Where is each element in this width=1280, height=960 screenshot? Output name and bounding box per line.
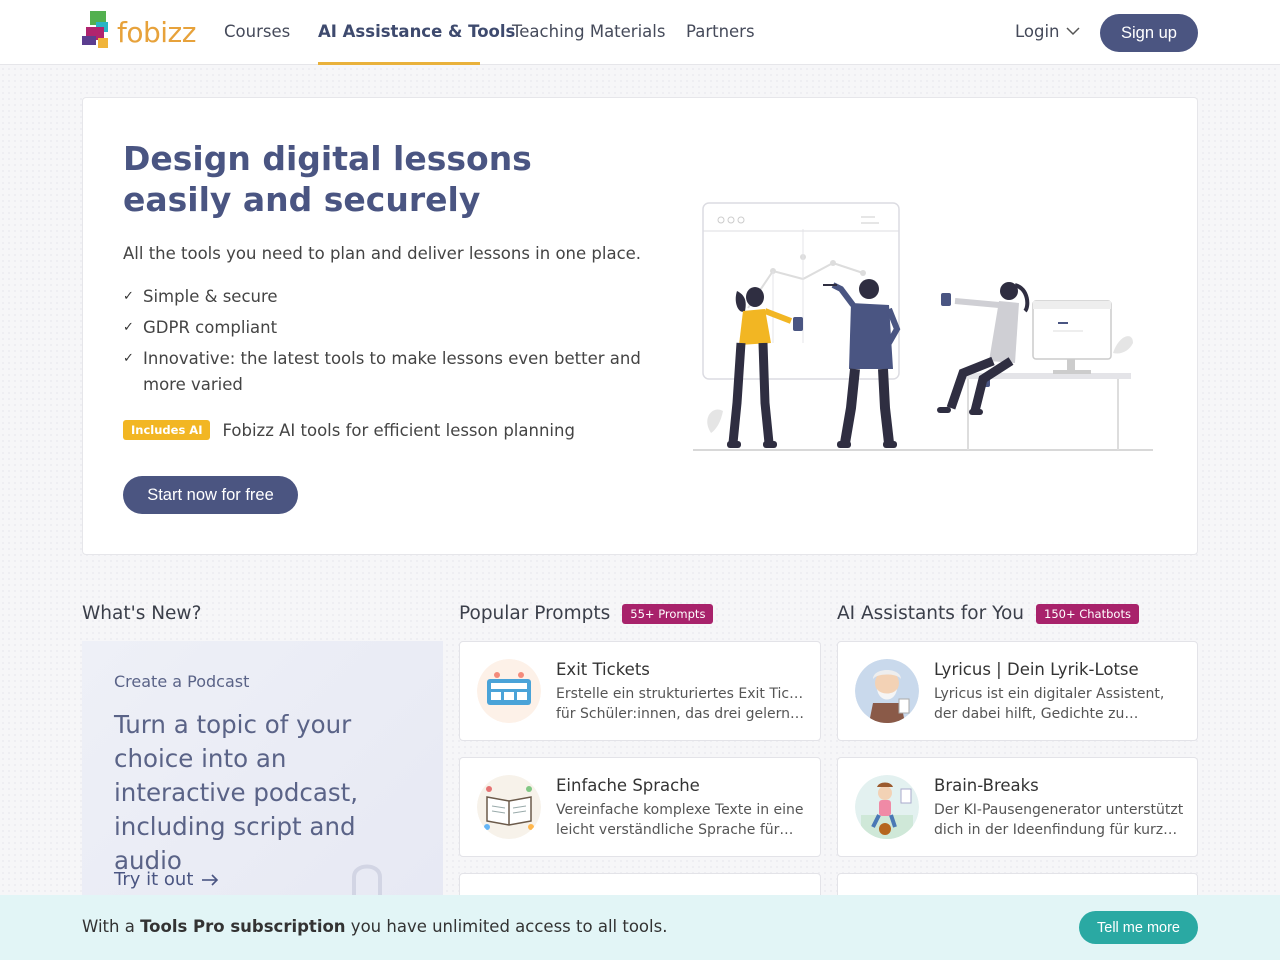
login-label: Login: [1015, 22, 1060, 41]
feature-label: GDPR compliant: [143, 318, 278, 337]
assistant-card-desc-line: Der KI-Pausengenerator unterstützt: [934, 802, 1184, 818]
prompt-card-desc-line: Vereinfache komplexe Texte in eine: [556, 802, 804, 818]
whats-new-kicker: Create a Podcast: [114, 672, 250, 691]
whats-new-heading: What's New?: [82, 603, 201, 624]
chatbots-count-badge: 150+ Chatbots: [1036, 603, 1139, 624]
assistant-card-description: Der KI-Pausengenerator unterstützt dich …: [934, 800, 1184, 840]
feature-item: ✓ Innovative: the latest tools to make le…: [123, 346, 653, 398]
prompt-card-desc-line: leicht verständliche Sprache für…: [556, 822, 794, 838]
check-icon: ✓: [123, 289, 134, 304]
ai-assistants-title: AI Assistants for You: [837, 603, 1024, 624]
subscription-suffix: you have unlimited access to all tools.: [345, 917, 668, 936]
arrow-right-icon: [202, 873, 219, 886]
prompt-card-description: Erstelle ein strukturiertes Exit Ticket …: [556, 684, 806, 724]
ai-assistants-heading: AI Assistants for You 150+ Chatbots: [837, 603, 1139, 624]
hero-title: Design digital lessons easily and secure…: [123, 139, 532, 219]
hero-card: Design digital lessons easily and secure…: [82, 97, 1198, 555]
assistant-card-desc-line: dich in der Ideenfindung für kurze…: [934, 822, 1184, 838]
subscription-message: With a Tools Pro subscription you have u…: [82, 917, 667, 936]
assistant-card-desc-line: Lyricus ist ein digitaler Assistent,: [934, 686, 1165, 702]
prompt-card-title: Exit Tickets: [556, 660, 650, 679]
lyricus-avatar: [855, 659, 919, 723]
feature-item: ✓ GDPR compliant: [123, 315, 653, 341]
top-navigation-bar: fobizz Courses AI Assistance & Tools Tea…: [0, 0, 1280, 65]
logo-square-purple: [82, 36, 96, 45]
ai-feature-text: Fobizz AI tools for efficient lesson pla…: [222, 420, 575, 440]
prompts-count-badge: 55+ Prompts: [622, 603, 714, 624]
assistant-card-title: Brain-Breaks: [934, 776, 1039, 795]
includes-ai-badge: Includes AI: [123, 420, 211, 440]
prompt-card-description: Vereinfache komplexe Texte in eine leich…: [556, 800, 806, 840]
assistant-card-lyricus[interactable]: Lyricus | Dein Lyrik-Lotse Lyricus ist e…: [837, 641, 1198, 741]
sign-up-button[interactable]: Sign up: [1100, 14, 1198, 52]
feature-label: Innovative: the latest tools to make les…: [143, 349, 641, 394]
popular-prompts-heading: Popular Prompts 55+ Prompts: [459, 603, 714, 624]
nav-ai-assistance-tools[interactable]: AI Assistance & Tools: [318, 22, 515, 41]
fobizz-logo[interactable]: fobizz: [82, 10, 196, 56]
prompt-card-title: Einfache Sprache: [556, 776, 700, 795]
subscription-plan-name: Tools Pro subscription: [140, 917, 346, 936]
try-it-out-link[interactable]: Try it out: [114, 869, 219, 890]
teachers-whiteboard-illustration: [693, 202, 1153, 451]
feature-item: ✓ Simple & secure: [123, 284, 653, 310]
tell-me-more-button[interactable]: Tell me more: [1079, 911, 1198, 944]
chevron-down-icon: [1065, 27, 1080, 36]
nav-courses[interactable]: Courses: [224, 22, 290, 41]
nav-partners[interactable]: Partners: [686, 22, 755, 41]
prompt-card-desc-line: Erstelle ein strukturiertes Exit Ticket: [556, 686, 806, 702]
check-icon: ✓: [123, 320, 134, 335]
prompt-card-einfache-sprache[interactable]: Einfache Sprache Vereinfache komplexe Te…: [459, 757, 821, 857]
start-free-button[interactable]: Start now for free: [123, 476, 298, 514]
assistant-card-title: Lyricus | Dein Lyrik-Lotse: [934, 660, 1139, 679]
whats-new-title: What's New?: [82, 603, 202, 624]
prompt-card-desc-line: für Schüler:innen, das drei gelernt…: [556, 706, 806, 722]
check-icon: ✓: [123, 351, 134, 366]
try-it-out-label: Try it out: [114, 869, 194, 890]
logo-wordmark: fobizz: [117, 16, 196, 49]
subscription-prefix: With a: [82, 917, 141, 936]
hero-subtitle: All the tools you need to plan and deliv…: [123, 244, 642, 263]
exit-tickets-avatar: [477, 659, 541, 723]
nav-teaching-materials[interactable]: Teaching Materials: [512, 22, 665, 41]
whats-new-headline: Turn a topic of your choice into an inte…: [114, 710, 359, 875]
active-nav-indicator: [318, 62, 480, 65]
login-menu[interactable]: Login: [1015, 22, 1080, 41]
logo-square-yellow: [98, 38, 108, 48]
feature-list: ✓ Simple & secure ✓ GDPR compliant ✓ Innova…: [123, 284, 653, 403]
ai-feature-row: Includes AI Fobizz AI tools for efficien…: [123, 420, 575, 440]
assistant-card-brain-breaks[interactable]: Brain-Breaks Der KI-Pausengenerator unte…: [837, 757, 1198, 857]
assistant-card-description: Lyricus ist ein digitaler Assistent, der…: [934, 684, 1184, 724]
feature-label: Simple & secure: [143, 287, 278, 306]
popular-prompts-title: Popular Prompts: [459, 603, 611, 624]
prompt-card-exit-tickets[interactable]: Exit Tickets Erstelle ein strukturiertes…: [459, 641, 821, 741]
assistant-card-desc-line: der dabei hilft, Gedichte zu…: [934, 706, 1139, 722]
einfache-sprache-avatar: [477, 775, 541, 839]
brain-breaks-avatar: [855, 775, 919, 839]
